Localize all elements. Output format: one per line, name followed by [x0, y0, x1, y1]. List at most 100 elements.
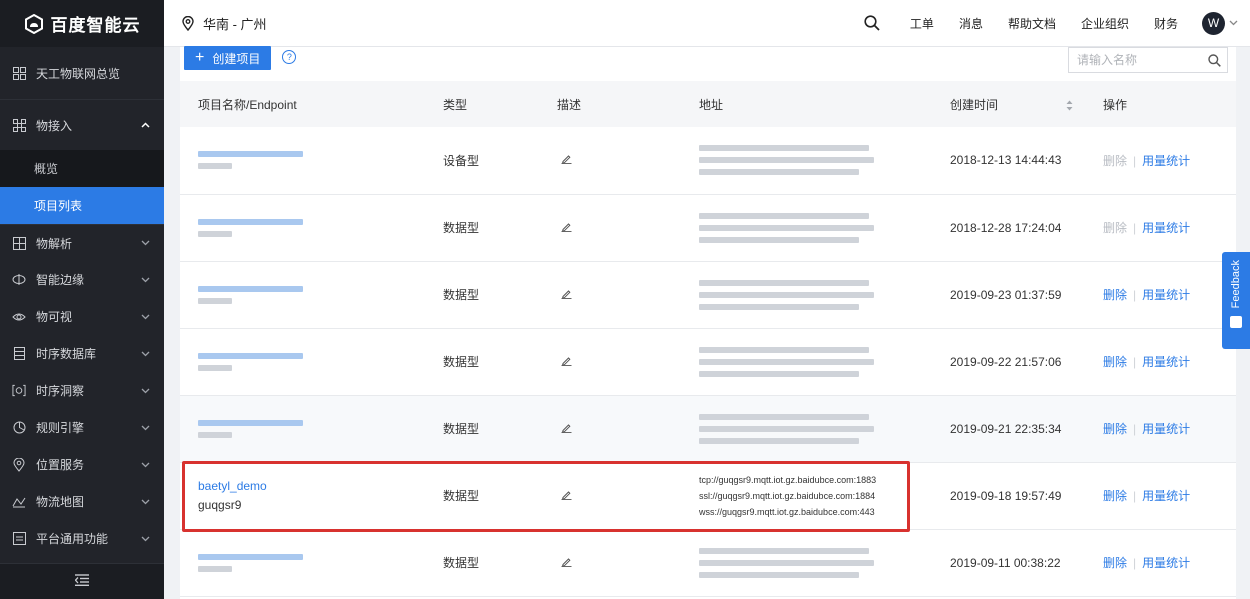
usage-stats-link[interactable]: 用量统计 — [1142, 489, 1190, 503]
top-link-finance[interactable]: 财务 — [1154, 15, 1178, 32]
sidebar-item-insight[interactable]: 时序洞察 — [0, 372, 164, 409]
search-icon[interactable] — [864, 15, 880, 31]
project-type: 数据型 — [443, 355, 480, 369]
region-selector[interactable]: 华南 - 广州 — [182, 14, 267, 33]
project-type: 数据型 — [443, 556, 480, 570]
edit-pencil-icon[interactable] — [561, 153, 572, 165]
sidebar-item-logistics[interactable]: 物流地图 — [0, 483, 164, 520]
column-header-created[interactable]: 创建时间 — [932, 81, 1085, 127]
redacted-endpoint — [198, 297, 232, 304]
sidebar-item-location[interactable]: 位置服务 — [0, 446, 164, 483]
redacted-endpoint — [198, 230, 232, 237]
project-name-cell — [180, 261, 425, 328]
edit-pencil-icon[interactable] — [561, 355, 572, 366]
address-line: tcp://guqgsr9.mqtt.iot.gz.baidubce.com:1… — [699, 474, 877, 485]
address-line: ssl://guqgsr9.mqtt.iot.gz.baidubce.com:1… — [699, 490, 876, 501]
delete-link[interactable]: 删除 — [1103, 288, 1127, 302]
usage-stats-link[interactable]: 用量统计 — [1142, 422, 1190, 436]
redacted-project-name[interactable] — [198, 419, 303, 426]
top-link-ticket[interactable]: 工单 — [910, 15, 934, 32]
table-body: 设备型 2018-12-13 14:44:43 删除 | 用量统计 数据型 2018-12-… — [180, 127, 1236, 596]
redacted-project-name[interactable] — [198, 151, 303, 158]
sidebar-item-edge[interactable]: 智能边缘 — [0, 261, 164, 298]
edit-pencil-icon[interactable] — [561, 556, 572, 567]
delete-link[interactable]: 删除 — [1103, 221, 1127, 235]
edit-pencil-icon[interactable] — [561, 422, 572, 433]
sidebar-collapse-button[interactable] — [0, 563, 164, 599]
search-icon[interactable] — [1201, 53, 1227, 67]
brand-logo[interactable]: 百度智能云 — [0, 0, 164, 47]
usage-stats-link[interactable]: 用量统计 — [1142, 221, 1190, 235]
chevron-down-icon — [140, 460, 150, 470]
redacted-project-name[interactable] — [198, 218, 303, 225]
chevron-down-icon — [140, 238, 150, 248]
sidebar-item-parse[interactable]: 物解析 — [0, 224, 164, 261]
redacted-project-name[interactable] — [198, 352, 303, 359]
plus-icon: + — [195, 49, 205, 66]
usage-stats-link[interactable]: 用量统计 — [1142, 154, 1190, 168]
table-row: 数据型 2019-09-11 00:38:22 删除 | 用量统计 — [180, 529, 1236, 596]
project-name-link[interactable]: baetyl_demo — [198, 479, 425, 493]
top-link-help-docs[interactable]: 帮助文档 — [1008, 15, 1056, 32]
address-cell — [681, 127, 932, 194]
sidebar-sub-overview[interactable]: 概览 — [0, 150, 164, 187]
created-time: 2019-09-21 22:35:34 — [950, 421, 1062, 436]
avatar[interactable]: W — [1202, 11, 1225, 35]
overview-grid-icon — [12, 66, 26, 80]
sidebar-item-overview[interactable]: 天工物联网总览 — [0, 47, 164, 100]
sidebar-item-label: 物流地图 — [36, 495, 85, 509]
edit-pencil-icon[interactable] — [561, 288, 572, 299]
column-header: 类型 — [443, 97, 468, 112]
usage-stats-link[interactable]: 用量统计 — [1142, 355, 1190, 369]
top-link-messages[interactable]: 消息 — [959, 15, 983, 32]
feedback-tab[interactable]: Feedback — [1222, 252, 1250, 349]
operations-cell: 删除 | 用量统计 — [1085, 395, 1236, 462]
op-separator: | — [1133, 489, 1137, 503]
help-icon[interactable]: ? — [282, 50, 297, 64]
logistics-map-icon — [12, 495, 26, 509]
search-input[interactable] — [1077, 53, 1201, 67]
column-header: 操作 — [1103, 97, 1128, 112]
toolbar: + 创建项目 ? — [180, 46, 1236, 81]
operations-cell: 删除 | 用量统计 — [1085, 261, 1236, 328]
sidebar-item-access[interactable]: 物接入 — [0, 100, 164, 150]
delete-link[interactable]: 删除 — [1103, 154, 1127, 168]
op-separator: | — [1133, 153, 1137, 168]
operations-cell: 删除 | 用量统计 — [1085, 127, 1236, 194]
delete-link[interactable]: 删除 — [1103, 355, 1127, 369]
edit-pencil-icon[interactable] — [561, 221, 572, 232]
top-link-organization[interactable]: 企业组织 — [1081, 15, 1129, 32]
redacted-project-name[interactable] — [198, 553, 303, 560]
chevron-down-icon — [140, 534, 150, 544]
delete-link[interactable]: 删除 — [1103, 489, 1127, 503]
redacted-address — [699, 346, 869, 353]
edit-pencil-icon[interactable] — [561, 489, 572, 500]
sidebar-item-common[interactable]: 平台通用功能 — [0, 520, 164, 557]
description-cell — [539, 328, 681, 395]
description-cell — [539, 194, 681, 261]
sidebar-item-tsdb[interactable]: 时序数据库 — [0, 335, 164, 372]
redacted-endpoint — [198, 364, 232, 371]
usage-stats-link[interactable]: 用量统计 — [1142, 556, 1190, 570]
sort-icon[interactable] — [1066, 100, 1073, 111]
chevron-down-icon — [140, 349, 150, 359]
chevron-down-icon — [140, 423, 150, 433]
sidebar: 百度智能云 天工物联网总览 物接入 概览 项目列表 物解析 智能边缘 物可视 时… — [0, 0, 164, 599]
sidebar-sub-project-list[interactable]: 项目列表 — [0, 187, 164, 224]
platform-icon — [12, 532, 26, 546]
chevron-down-icon[interactable] — [1229, 20, 1238, 26]
usage-stats-link[interactable]: 用量统计 — [1142, 288, 1190, 302]
op-separator: | — [1133, 355, 1137, 369]
redacted-address — [699, 437, 859, 444]
column-header: 地址 — [699, 97, 724, 112]
sidebar-item-visual[interactable]: 物可视 — [0, 298, 164, 335]
sidebar-item-rules[interactable]: 规则引擎 — [0, 409, 164, 446]
project-name-cell — [180, 127, 425, 194]
redacted-address — [699, 279, 869, 286]
delete-link[interactable]: 删除 — [1103, 422, 1127, 436]
op-separator: | — [1133, 422, 1137, 436]
delete-link[interactable]: 删除 — [1103, 556, 1127, 570]
create-project-button[interactable]: + 创建项目 — [184, 46, 272, 70]
op-separator: | — [1133, 288, 1137, 302]
redacted-project-name[interactable] — [198, 285, 303, 292]
